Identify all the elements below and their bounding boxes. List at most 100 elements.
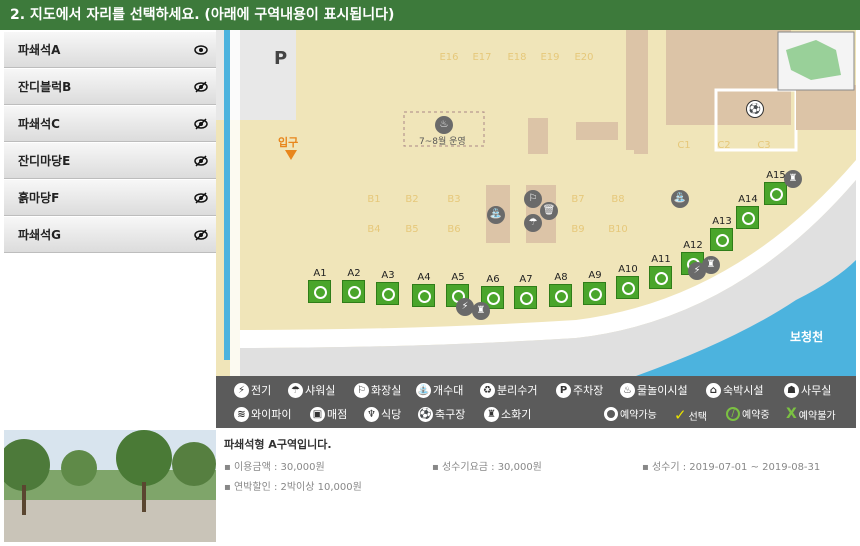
unavailable-site-e18: E18 [507, 52, 527, 63]
trash-icon: 🗑 [540, 202, 558, 220]
water-park-icon: ♨ [620, 382, 635, 398]
legend-toilet: ⚐ 화장실 [354, 382, 401, 398]
shop-icon: ▣ [310, 406, 325, 422]
legend-label: 주차장 [573, 384, 604, 397]
zone-item-c[interactable]: 파쇄석C [4, 106, 216, 142]
campsite-a1[interactable] [308, 280, 331, 303]
parking-icon: P [556, 382, 571, 398]
campsite-label: A5 [451, 272, 465, 283]
peak-period-text: ▪ 성수기 : 2019-07-01 ~ 2019-08-31 [642, 462, 821, 473]
unavailable-site-e20: E20 [574, 52, 594, 63]
legend-restaurant: ♆ 식당 [364, 406, 401, 422]
legend-label: 사무실 [801, 384, 832, 397]
campsite-a3[interactable] [376, 282, 399, 305]
shower-icon: ☂ [288, 382, 303, 398]
campsite-label: A7 [519, 274, 533, 285]
campsite-a14[interactable] [736, 206, 759, 229]
campsite-a2[interactable] [342, 280, 365, 303]
campsite-a10[interactable] [616, 276, 639, 299]
legend-extinguisher: ♜ 소화기 [484, 406, 531, 422]
campsite-a7[interactable] [514, 286, 537, 309]
faucet-icon: ⛲ [416, 382, 431, 398]
legend-shower: ☂ 샤워실 [288, 382, 335, 398]
legend-label: 매점 [327, 408, 348, 421]
legend-label: 숙박시설 [723, 384, 764, 397]
campsite-label: A13 [712, 216, 732, 227]
legend-label: 전기 [251, 384, 272, 397]
parking-label: P [274, 48, 288, 69]
peak-price-text: ▪ 성수기요금 : 30,000원 [432, 462, 542, 473]
zone-info: 파쇄석형 A구역입니다. ▪ 이용금액 : 30,000원 ▪ 성수기요금 : … [224, 436, 854, 540]
faucet-icon: ⛲ [671, 190, 689, 208]
zone-label: 흙마당F [18, 191, 60, 205]
zone-item-a[interactable]: 파쇄석A [4, 32, 216, 68]
unavailable-site-c1: C1 [677, 140, 691, 151]
legend-recycling: ♻ 분리수거 [480, 382, 537, 398]
campsite-a8[interactable] [549, 284, 572, 307]
unavailable-site-b2: B2 [405, 194, 419, 205]
campsite-a9[interactable] [583, 282, 606, 305]
soccer-field-icon: ⚽ [418, 406, 433, 422]
unavailable-site-e19: E19 [540, 52, 560, 63]
fire-extinguisher-icon: ♜ [784, 170, 802, 188]
campsite-label: A12 [683, 240, 703, 251]
eye-slash-icon [194, 118, 208, 130]
unavailable-site-b6: B6 [447, 224, 461, 235]
unavailable-site-b10: B10 [608, 224, 628, 235]
electric-icon: ⚡ [688, 262, 706, 280]
wifi-icon: ≋ [234, 406, 249, 422]
legend-label: 개수대 [433, 384, 464, 397]
zone-list: 파쇄석A 잔디블럭B 파쇄석C 잔디마당E 흙마당F 파쇄석G [4, 32, 216, 428]
legend-water-park: ♨ 물놀이시설 [620, 382, 688, 398]
zone-item-b[interactable]: 잔디블럭B [4, 69, 216, 105]
eye-slash-icon [194, 155, 208, 167]
campsite-label: A10 [618, 264, 638, 275]
zone-item-e[interactable]: 잔디마당E [4, 143, 216, 179]
fire-extinguisher-icon: ♜ [484, 406, 499, 422]
map-legend: ⚡ 전기 ☂ 샤워실 ⚐ 화장실 ⛲ 개수대 ♻ 분리수거 P 주차장 ♨ 물놀이시설 ⌂ 숙박… [216, 376, 856, 428]
operation-note: 7~8월 운영 [419, 137, 466, 147]
shower-icon: ☂ [524, 214, 542, 232]
legend-office: ☗ 사무실 [784, 382, 831, 398]
trash-icon: ♻ [480, 382, 495, 398]
zone-item-g[interactable]: 파쇄석G [4, 217, 216, 253]
pending-icon: / [726, 406, 740, 421]
campsite-label: A2 [347, 268, 361, 279]
zone-label: 파쇄석A [18, 43, 61, 57]
zone-label: 파쇄석C [18, 117, 60, 131]
legend-label: 축구장 [435, 408, 466, 421]
legend-unavailable: X 예약불가 [786, 406, 836, 422]
campsite-label: A1 [313, 268, 327, 279]
legend-available: 예약가능 [604, 406, 657, 421]
fire-extinguisher-icon: ♜ [472, 302, 490, 320]
eye-slash-icon [194, 192, 208, 204]
campsite-label: A8 [554, 272, 568, 283]
campsite-a13[interactable] [710, 228, 733, 251]
water-park-icon: ♨ [435, 116, 453, 134]
eye-slash-icon [194, 229, 208, 241]
campsite-a4[interactable] [412, 284, 435, 307]
legend-label: 예약가능 [620, 410, 657, 421]
legend-label: 예약불가 [798, 410, 836, 422]
entrance-arrow-icon [285, 150, 297, 160]
restaurant-icon: ♆ [364, 406, 379, 422]
eye-icon [194, 45, 208, 55]
multi-night-value: 연박할인 : 2박이상 10,000원 [233, 482, 362, 493]
legend-label: 식당 [381, 408, 402, 421]
campsite-a15[interactable] [764, 182, 787, 205]
campsite-a11[interactable] [649, 266, 672, 289]
legend-shop: ▣ 매점 [310, 406, 347, 422]
zone-label: 파쇄석G [18, 228, 61, 242]
electric-icon: ⚡ [234, 382, 249, 398]
campsite-label: A9 [588, 270, 602, 281]
unavailable-site-e16: E16 [439, 52, 459, 63]
legend-label: 분리수거 [497, 384, 538, 397]
entrance-label: 입구 [278, 136, 299, 149]
zone-item-f[interactable]: 흙마당F [4, 180, 216, 216]
campsite-map: P 입구 보청천 7~8월 운영 ♨ ⚽ E16 E17 E18 E19 E20 B1 B2… [216, 30, 856, 376]
zone-label: 잔디블럭B [18, 80, 72, 94]
toilet-icon: ⚐ [524, 190, 542, 208]
peak-price-value: 성수기요금 : 30,000원 [441, 462, 542, 473]
unavailable-site-b8: B8 [611, 194, 625, 205]
unavailable-site-b7: B7 [571, 194, 585, 205]
